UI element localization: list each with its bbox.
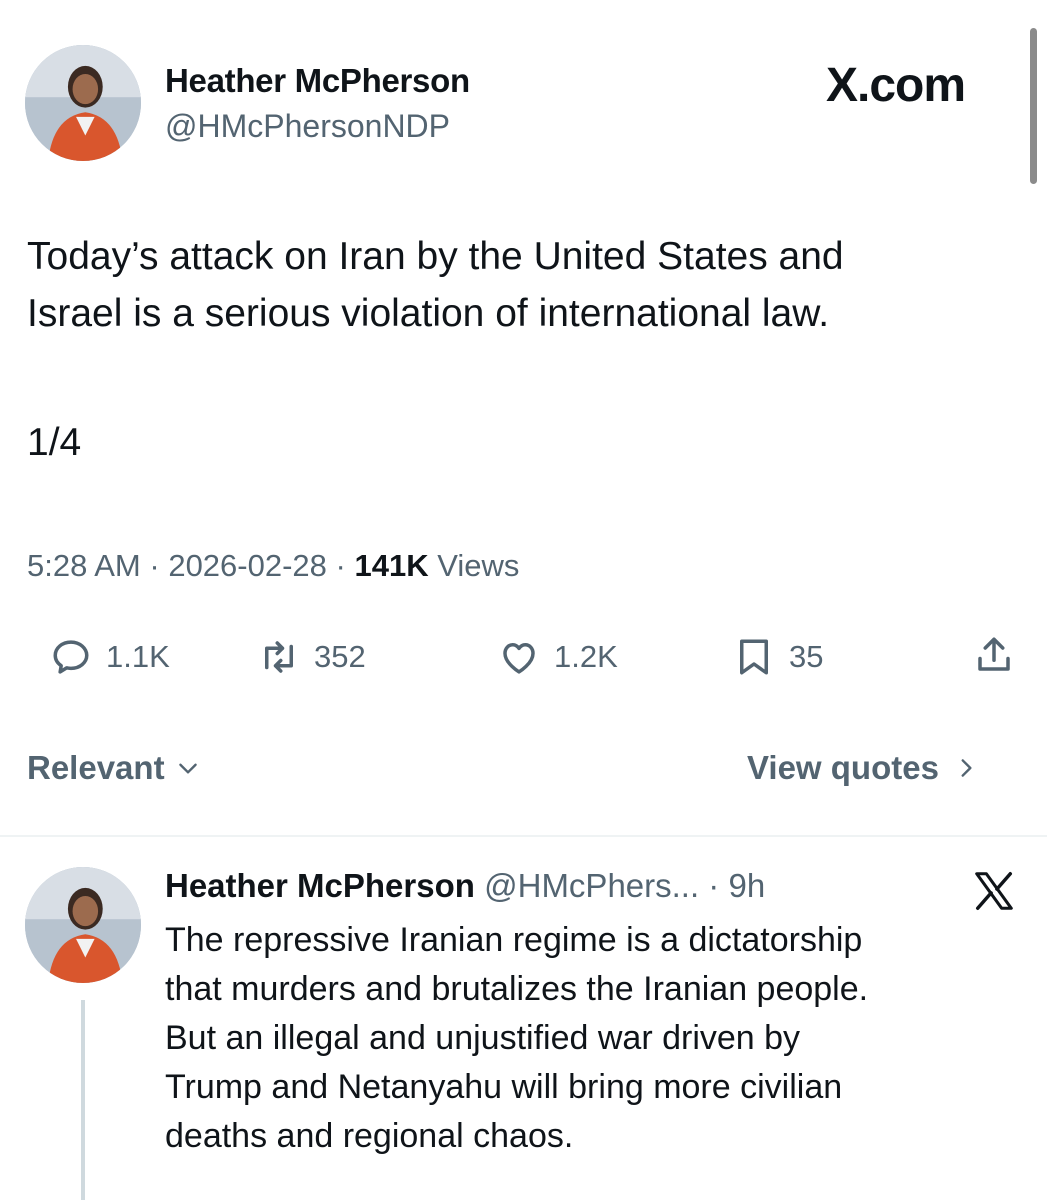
bookmark-icon [740, 639, 768, 675]
reply-text-line: But an illegal and unjustified war drive… [165, 1019, 801, 1057]
reply-text-line: Trump and Netanyahu will bring more civi… [165, 1068, 843, 1106]
tweet-meta: 5:28 AM · 2026-02-28 · 141K Views [27, 548, 519, 584]
x-logo-icon [975, 872, 1013, 910]
reply-count: 1.1K [106, 639, 170, 674]
author-avatar[interactable] [25, 45, 141, 161]
bookmark-button[interactable]: 35 [733, 636, 823, 678]
sort-replies-dropdown[interactable]: Relevant [27, 749, 201, 787]
profile-photo [25, 867, 141, 983]
site-watermark: X.com [826, 59, 966, 112]
reply-text: The repressive Iranian regime is a dicta… [165, 916, 1035, 1161]
share-icon [978, 637, 1010, 671]
share-button[interactable] [973, 634, 1015, 676]
tweet-text: Today’s attack on Iran by the United Sta… [27, 228, 1027, 342]
reply-text-line: The repressive Iranian regime is a dicta… [165, 921, 863, 959]
like-icon [503, 643, 535, 674]
like-button[interactable]: 1.2K [498, 636, 618, 678]
profile-photo [25, 45, 141, 161]
thread-index: 1/4 [27, 421, 82, 464]
tweet-date[interactable]: 2026-02-28 [168, 548, 327, 583]
reply-text-line: deaths and regional chaos. [165, 1117, 574, 1155]
sort-label: Relevant [27, 749, 165, 786]
reply-button[interactable]: 1.1K [50, 636, 170, 678]
author-handle[interactable]: @HMcPhersonNDP [165, 108, 450, 145]
meta-separator: · [149, 548, 160, 583]
reply-handle-time[interactable]: @HMcPhers... · 9h [484, 867, 765, 904]
section-divider [0, 835, 1047, 837]
view-quotes-link[interactable]: View quotes [747, 749, 979, 787]
meta-separator: · [335, 548, 346, 583]
view-quotes-label: View quotes [747, 749, 939, 786]
bookmark-count: 35 [789, 639, 824, 674]
thread-connector-line [81, 1000, 85, 1200]
reply-author-name[interactable]: Heather McPherson [165, 867, 475, 904]
views-label: Views [437, 548, 520, 583]
like-count: 1.2K [554, 639, 618, 674]
tweet-text-line: Today’s attack on Iran by the United Sta… [27, 235, 844, 278]
tweet-text-line: Israel is a serious violation of interna… [27, 292, 830, 335]
views-count: 141K [354, 548, 429, 583]
scrollbar[interactable] [1030, 28, 1037, 184]
reply-header: Heather McPherson @HMcPhers... · 9h [165, 867, 765, 905]
reply-text-line: that murders and brutalizes the Iranian … [165, 970, 869, 1008]
chevron-right-icon [961, 759, 972, 777]
reply-author-avatar[interactable] [25, 867, 141, 983]
author-name[interactable]: Heather McPherson [165, 62, 470, 100]
chevron-down-icon [178, 763, 197, 774]
repost-button[interactable]: 352 [258, 636, 366, 678]
reply-icon [53, 640, 89, 674]
repost-icon [265, 641, 293, 673]
repost-count: 352 [314, 639, 366, 674]
tweet-time[interactable]: 5:28 AM [27, 548, 141, 583]
